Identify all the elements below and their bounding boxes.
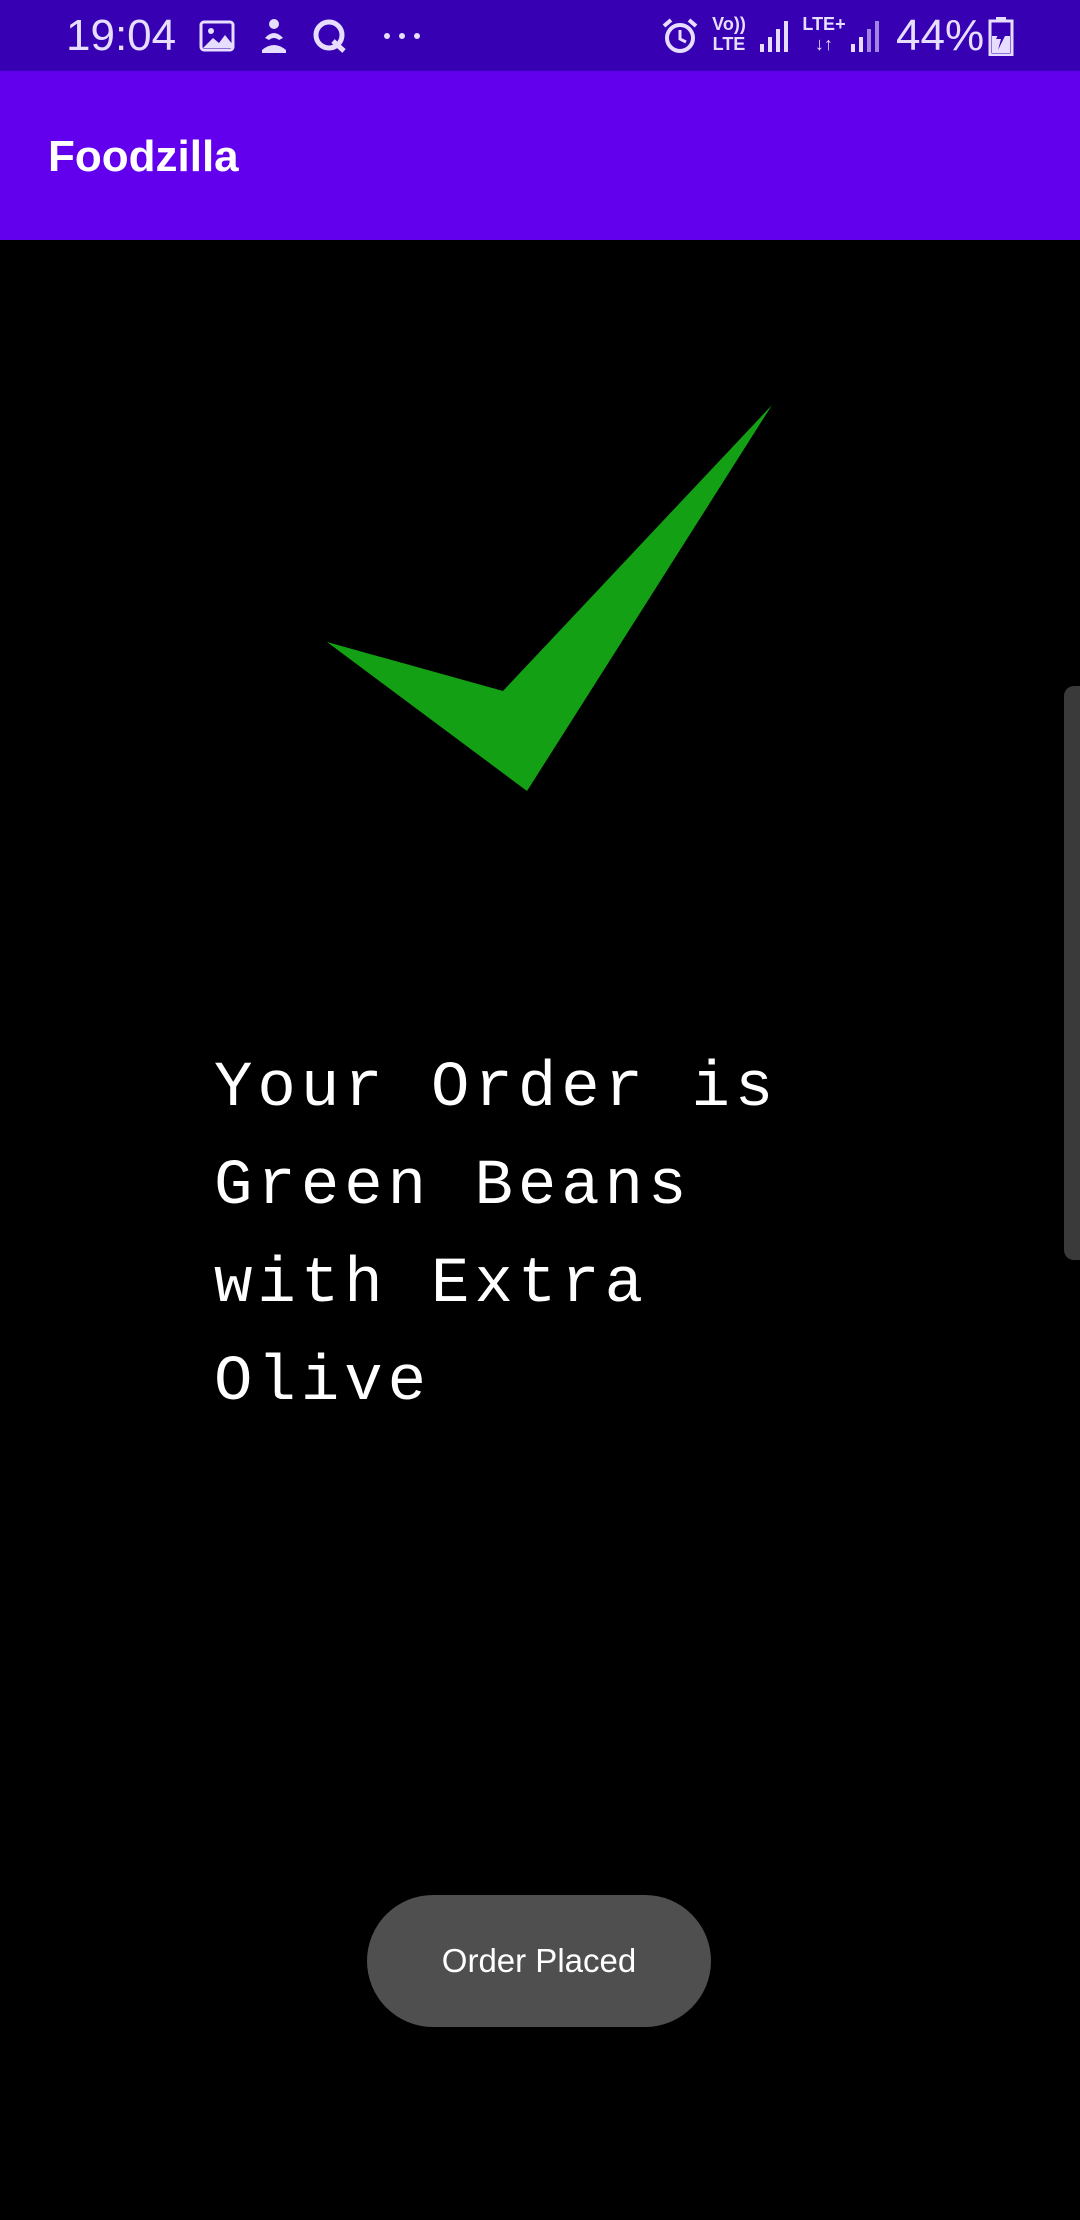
order-line: Green Beans (214, 1151, 692, 1223)
signal-icon (757, 14, 793, 58)
alarm-icon (660, 14, 700, 58)
order-line: Olive (214, 1347, 432, 1419)
lte-plus-label: LTE+ (802, 14, 846, 34)
status-time: 19:04 (66, 11, 177, 60)
lte-plus-icon: LTE+ ↓↑ (802, 14, 846, 54)
toast-text: Order Placed (441, 1942, 637, 1979)
fitness-icon (255, 14, 293, 58)
status-bar: 19:04 Vo)) LTE LTE+ ↓↑ 44% (0, 0, 1080, 71)
order-summary-text: Your Order is Green Beans with Extra Oli… (214, 1040, 894, 1432)
gallery-icon (198, 14, 236, 58)
app-bar: Foodzilla (0, 71, 1080, 240)
battery-percentage: 44% (896, 11, 985, 60)
volte-icon: Vo)) LTE (712, 14, 746, 54)
order-line: Your Order is (214, 1053, 779, 1125)
battery-charging-icon (986, 14, 1016, 58)
q-app-icon (310, 14, 350, 58)
toast-message: Order Placed (367, 1895, 711, 2027)
checkmark-icon (327, 405, 772, 791)
order-line: with Extra (214, 1249, 649, 1321)
signal-icon (848, 14, 884, 58)
more-dots-icon (380, 14, 424, 58)
edge-panel-handle[interactable] (1064, 686, 1080, 1260)
app-title: Foodzilla (48, 132, 239, 181)
